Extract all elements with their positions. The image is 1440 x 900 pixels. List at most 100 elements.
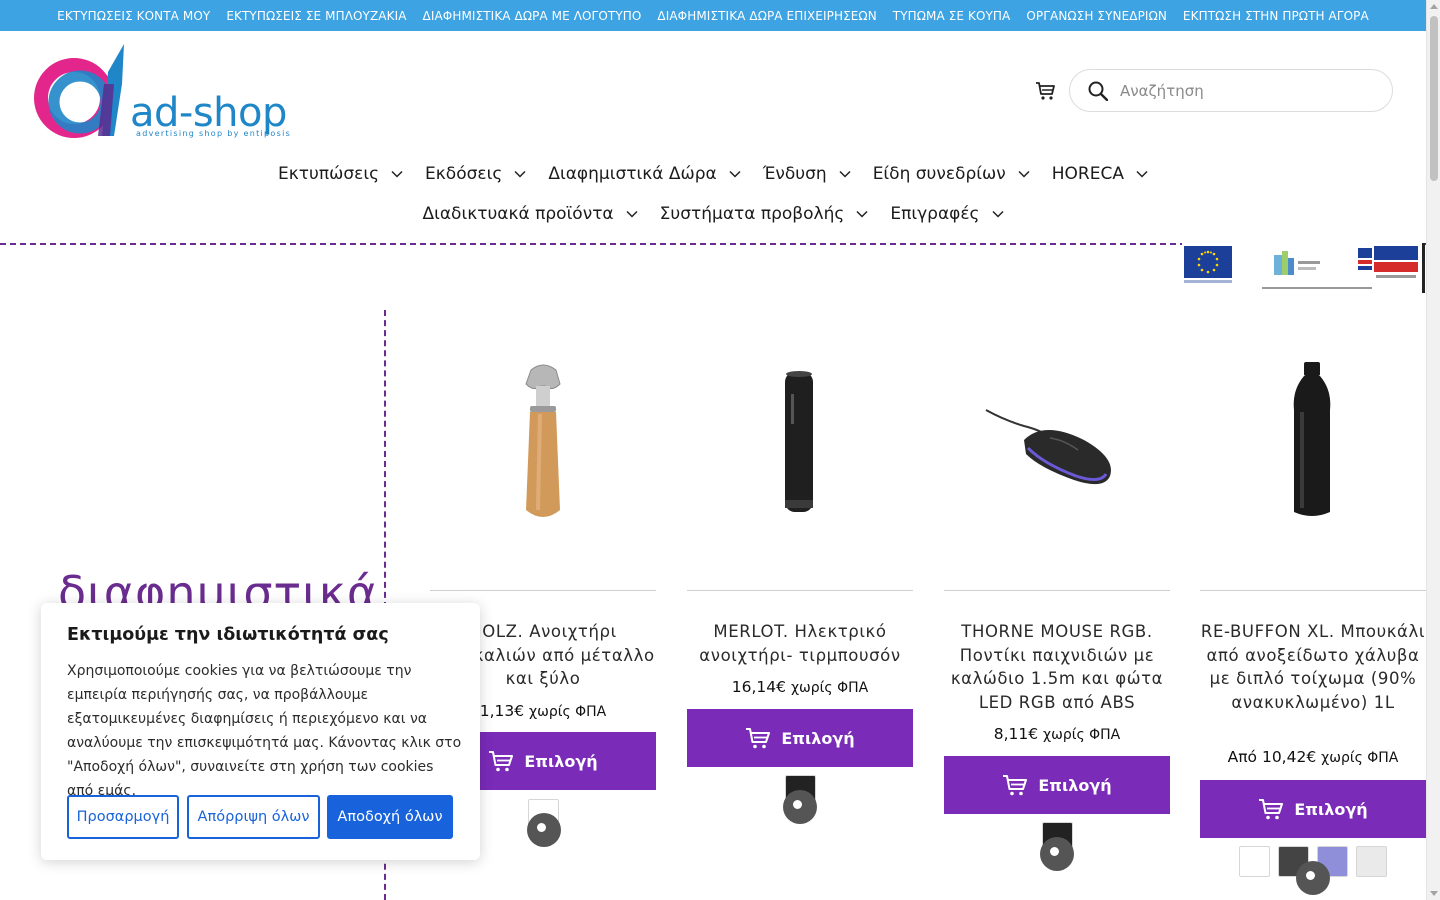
- product-separator: [430, 590, 656, 591]
- product-image[interactable]: [430, 340, 656, 540]
- price-vat-note: χωρίς ΦΠΑ: [1043, 727, 1121, 743]
- product-card-thorne-mouse: THORNE MOUSE RGB. Ποντίκι παιχνιδιών με …: [944, 340, 1170, 871]
- espa-logos-icon: [1184, 246, 1418, 289]
- chevron-down-icon: [1136, 170, 1148, 178]
- espa-banner[interactable]: [1182, 243, 1425, 293]
- product-separator: [944, 590, 1170, 591]
- logo-mark-icon: [34, 44, 124, 138]
- cart-icon: [1003, 775, 1028, 796]
- scroll-down-arrow[interactable]: [1430, 891, 1438, 896]
- nav-item-label: Επιγραφές: [890, 204, 980, 224]
- price-vat-note: χωρίς ΦΠΑ: [790, 680, 869, 696]
- button-label: Επιλογή: [524, 751, 598, 771]
- price-value: 8,11€: [993, 725, 1039, 743]
- chevron-down-icon: [1018, 170, 1030, 178]
- product-price: 16,14€ χωρίς ΦΠΑ: [687, 678, 913, 696]
- button-label: Επιλογή: [781, 728, 855, 748]
- page-scrollbar[interactable]: [1426, 0, 1440, 900]
- top-link-prints-near-me[interactable]: ΕΚΤΥΠΩΣΕΙΣ ΚΟΝΤΑ ΜΟΥ: [57, 9, 210, 23]
- bottle-opener-image-icon: [525, 364, 561, 517]
- nav-item-label: Είδη συνεδρίων: [872, 164, 1006, 184]
- nav-item-conference-items[interactable]: Είδη συνεδρίων: [873, 164, 1030, 184]
- main-nav-row-1: Εκτυπώσεις Εκδόσεις Διαφημιστικά Δώρα Έν…: [0, 164, 1426, 184]
- cart-icon: [1259, 799, 1284, 820]
- zoom-knob-icon[interactable]: [1040, 837, 1074, 871]
- top-link-conferences[interactable]: ΟΡΓΑΝΩΣΗ ΣΥΝΕΔΡΙΩΝ: [1026, 9, 1167, 23]
- chevron-down-icon: [626, 210, 638, 218]
- cookie-text: Χρησιμοποιούμε cookies για να βελτιώσουμ…: [67, 663, 462, 799]
- chevron-down-icon: [856, 210, 868, 218]
- nav-item-prints[interactable]: Εκτυπώσεις: [278, 164, 403, 184]
- top-link-mug-print[interactable]: ΤΥΠΩΜΑ ΣΕ ΚΟΥΠΑ: [893, 9, 1011, 23]
- nav-item-label: HORECA: [1051, 164, 1124, 184]
- product-price: Από 10,42€ χωρίς ΦΠΑ: [1200, 748, 1426, 766]
- chevron-down-icon: [992, 210, 1004, 218]
- nav-item-publications[interactable]: Εκδόσεις: [425, 164, 526, 184]
- cookie-title: Εκτιμούμε την ιδιωτικότητά σας: [67, 625, 389, 645]
- product-image[interactable]: [1200, 340, 1426, 540]
- top-link-business-gifts[interactable]: ΔΙΑΦΗΜΙΣΤΙΚΑ ΔΩΡΑ ΕΠΙΧΕΙΡΗΣΕΩΝ: [657, 9, 876, 23]
- search-input[interactable]: [1120, 78, 1380, 104]
- product-image[interactable]: [687, 340, 913, 540]
- cookie-customize-button[interactable]: Προσαρμογή: [67, 795, 179, 839]
- button-label: Επιλογή: [1038, 775, 1112, 795]
- chevron-down-icon: [839, 170, 851, 178]
- scroll-up-arrow[interactable]: [1430, 4, 1438, 9]
- search-icon[interactable]: [1088, 81, 1108, 101]
- select-options-button[interactable]: Επιλογή: [1200, 780, 1426, 838]
- product-price: 8,11€ χωρίς ΦΠΑ: [944, 725, 1170, 743]
- logo-tagline: advertising shop by entiposis: [136, 129, 292, 138]
- chevron-down-icon: [729, 170, 741, 178]
- nav-item-label: Ένδυση: [762, 164, 827, 184]
- price-value: Από 10,42€: [1227, 748, 1317, 766]
- nav-item-online-products[interactable]: Διαδικτυακά προϊόντα: [422, 204, 638, 224]
- scrollbar-thumb[interactable]: [1430, 16, 1438, 181]
- cart-icon: [489, 751, 514, 772]
- cookie-consent-dialog: Εκτιμούμε την ιδιωτικότητά σας Χρησιμοπο…: [41, 603, 480, 860]
- product-image[interactable]: [944, 340, 1170, 540]
- nav-item-apparel[interactable]: Ένδυση: [763, 164, 851, 184]
- nav-item-label: Διαφημιστικά Δώρα: [548, 164, 717, 184]
- nav-item-label: Συστήματα προβολής: [659, 204, 845, 224]
- product-separator: [1200, 590, 1426, 591]
- product-card-re-buffon: RE-BUFFON XL. Μπουκάλι από ανοξείδωτο χά…: [1200, 340, 1426, 895]
- search-box: [1069, 69, 1393, 112]
- cookie-reject-all-button[interactable]: Απόρριψη όλων: [187, 795, 320, 839]
- select-options-button[interactable]: Επιλογή: [687, 709, 913, 767]
- select-options-button[interactable]: Επιλογή: [944, 756, 1170, 814]
- top-link-bar: ΕΚΤΥΠΩΣΕΙΣ ΚΟΝΤΑ ΜΟΥ ΕΚΤΥΠΩΣΕΙΣ ΣΕ ΜΠΛΟΥ…: [0, 0, 1426, 31]
- electric-corkscrew-image-icon: [785, 371, 813, 512]
- color-swatch-silver[interactable]: [1356, 846, 1387, 877]
- color-swatch-white[interactable]: [1239, 846, 1270, 877]
- chevron-down-icon: [514, 170, 526, 178]
- nav-item-signage[interactable]: Επιγραφές: [890, 204, 1004, 224]
- price-vat-note: χωρίς ΦΠΑ: [1321, 750, 1399, 766]
- nav-item-horeca[interactable]: HORECA: [1052, 164, 1148, 184]
- price-value: 16,14€: [731, 678, 787, 696]
- site-logo[interactable]: ad-shop advertising shop by entiposis: [28, 44, 300, 140]
- zoom-knob-icon[interactable]: [783, 790, 817, 824]
- cart-icon: [746, 728, 771, 749]
- gaming-mouse-image-icon: [985, 409, 1111, 485]
- product-title[interactable]: THORNE MOUSE RGB. Ποντίκι παιχνιδιών με …: [944, 620, 1170, 714]
- cart-icon[interactable]: [1035, 81, 1057, 101]
- zoom-knob-icon[interactable]: [527, 813, 561, 847]
- price-value: 1,13€: [479, 702, 525, 720]
- zoom-knob-icon[interactable]: [1296, 861, 1330, 895]
- nav-item-label: Εκδόσεις: [425, 164, 503, 184]
- nav-item-promo-gifts[interactable]: Διαφημιστικά Δώρα: [548, 164, 741, 184]
- cookie-accept-all-button[interactable]: Αποδοχή όλων: [327, 795, 453, 839]
- top-link-first-order-discount[interactable]: ΕΚΠΤΩΣΗ ΣΤΗΝ ΠΡΩΤΗ ΑΓΟΡΑ: [1183, 9, 1369, 23]
- product-title[interactable]: MERLOT. Ηλεκτρικό ανοιχτήρι- τιρμπουσόν: [687, 620, 913, 667]
- product-card-merlot: MERLOT. Ηλεκτρικό ανοιχτήρι- τιρμπουσόν …: [687, 340, 913, 824]
- chevron-down-icon: [391, 170, 403, 178]
- top-link-promo-gifts-logo[interactable]: ΔΙΑΦΗΜΙΣΤΙΚΑ ΔΩΡΑ ΜΕ ΛΟΓΟΤΥΠΟ: [423, 9, 642, 23]
- product-title[interactable]: RE-BUFFON XL. Μπουκάλι από ανοξείδωτο χά…: [1200, 620, 1426, 714]
- top-link-tshirt-prints[interactable]: ΕΚΤΥΠΩΣΕΙΣ ΣΕ ΜΠΛΟΥΖΑΚΙΑ: [226, 9, 406, 23]
- nav-item-label: Εκτυπώσεις: [278, 164, 380, 184]
- product-card-holz: HOLZ. Ανοιχτήρι μπουκαλιών από μέταλλο κ…: [430, 340, 656, 847]
- main-nav-row-2: Διαδικτυακά προϊόντα Συστήματα προβολής …: [0, 204, 1426, 224]
- price-vat-note: χωρίς ΦΠΑ: [529, 704, 607, 720]
- nav-item-display-systems[interactable]: Συστήματα προβολής: [660, 204, 869, 224]
- product-separator: [687, 590, 913, 591]
